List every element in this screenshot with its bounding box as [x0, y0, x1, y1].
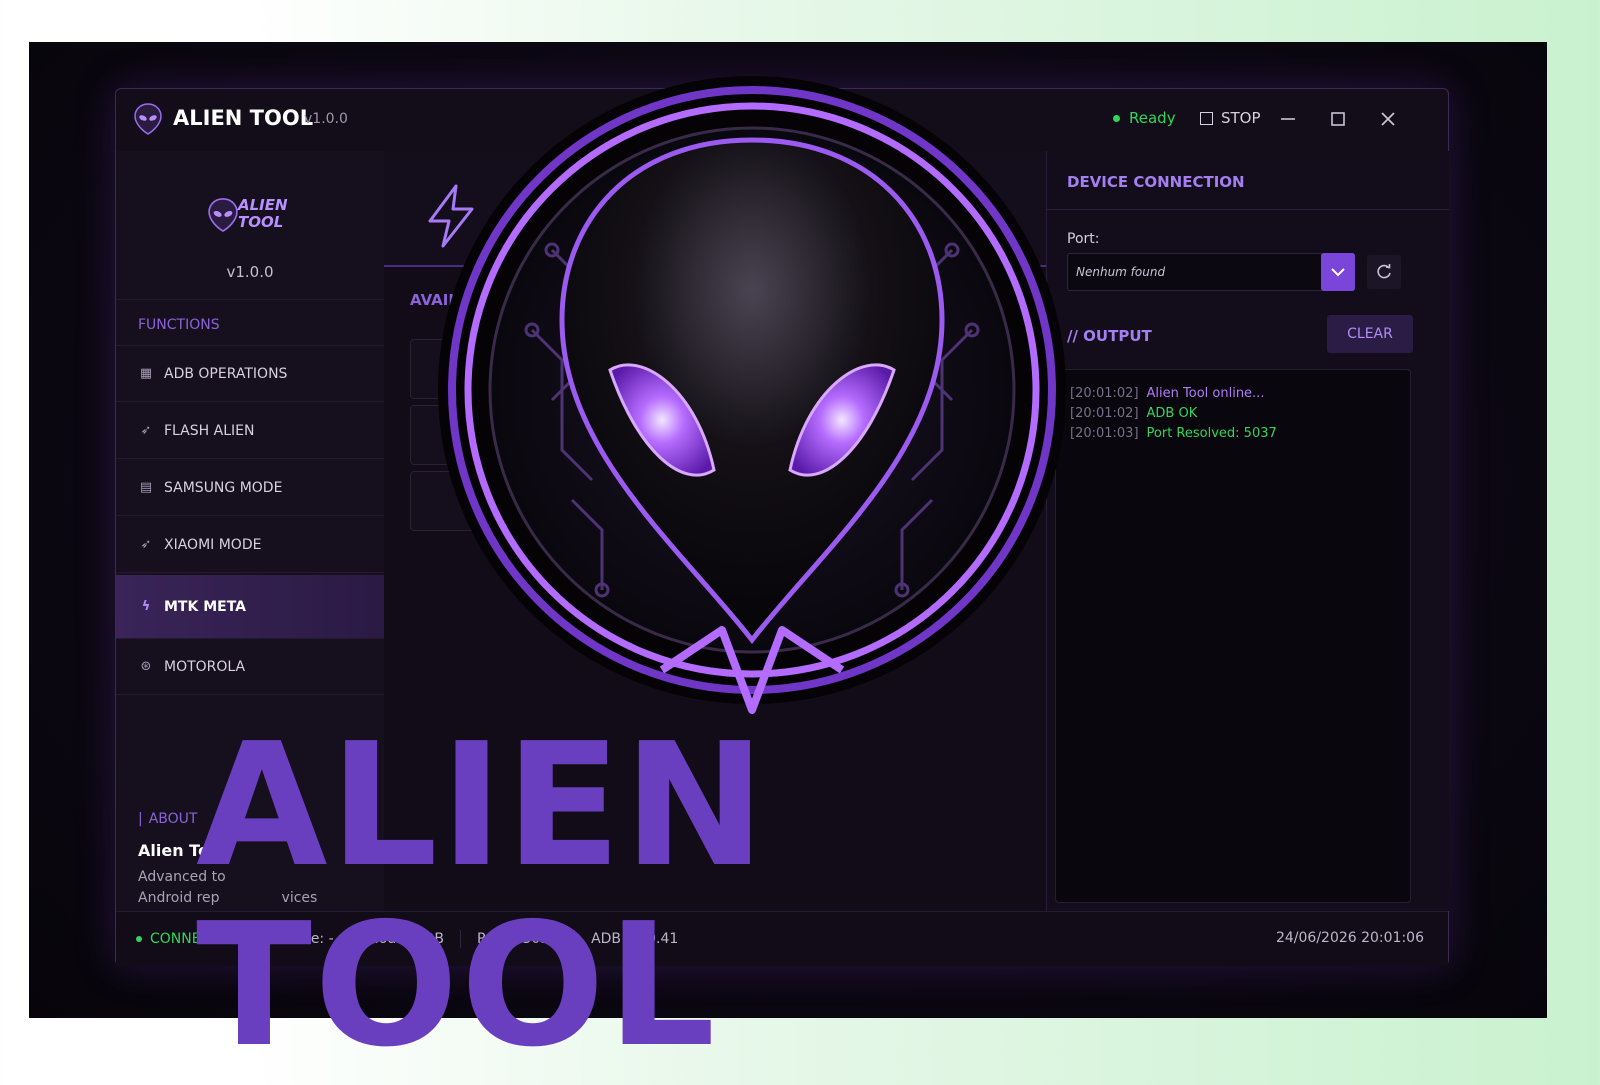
alien-head-icon — [208, 198, 238, 233]
log-timestamp: [20:01:02] — [1070, 386, 1139, 401]
about-bar-icon: | — [138, 811, 143, 827]
stop-button[interactable]: STOP — [1200, 109, 1261, 127]
log-timestamp: [20:01:02] — [1070, 406, 1139, 421]
log-line: [20:01:02] ADB OK — [1070, 406, 1197, 421]
sidebar-logo-text: ALIEN TOOL — [238, 196, 288, 231]
sidebar-item-label: MTK META — [164, 598, 246, 615]
about-heading: | ABOUT — [138, 811, 198, 827]
status-dot-icon — [1113, 114, 1120, 122]
log-line: [20:01:03] Port Resolved: 5037 — [1070, 426, 1277, 441]
sidebar-item-label: FLASH ALIEN — [164, 422, 255, 439]
device-connection-heading: DEVICE CONNECTION — [1067, 173, 1245, 191]
sidebar-item-label: MOTOROLA — [164, 658, 246, 675]
log-timestamp: [20:01:03] — [1070, 426, 1139, 441]
app-title: ALIEN TOOL — [173, 106, 314, 130]
sidebar-item-samsung-mode[interactable]: ▤ SAMSUNG MODE — [116, 460, 384, 516]
rocket-icon: ➶ — [140, 422, 152, 438]
sidebar-item-label: XIAOMI MODE — [164, 536, 262, 553]
refresh-icon[interactable] — [1367, 255, 1401, 289]
alien-logo-icon — [134, 103, 162, 135]
minimize-icon[interactable] — [1274, 105, 1302, 133]
functions-heading: FUNCTIONS — [138, 317, 220, 333]
xiaomi-icon: ➶ — [140, 536, 152, 552]
port-select[interactable]: Nenhum found — [1067, 253, 1355, 291]
stop-square-icon — [1200, 111, 1213, 125]
sidebar-item-xiaomi-mode[interactable]: ➶ XIAOMI MODE — [116, 517, 384, 573]
sidebar-logo: ALIEN TOOL — [208, 193, 298, 241]
sidebar-item-label: SAMSUNG MODE — [164, 479, 283, 496]
motorola-icon: ⊛ — [140, 658, 152, 674]
app-version: v1.0.0 — [304, 111, 348, 127]
alien-emblem-icon — [438, 76, 1066, 714]
chevron-down-icon[interactable] — [1321, 253, 1355, 291]
sidebar-item-adb-operations[interactable]: ▦ ADB OPERATIONS — [116, 346, 384, 402]
overlay-headline: ALIEN TOOL — [196, 707, 768, 1085]
port-select-value: Nenhum found — [1076, 265, 1166, 279]
close-icon[interactable] — [1374, 105, 1402, 133]
stop-label: STOP — [1221, 109, 1261, 127]
sidebar-item-motorola[interactable]: ⊛ MOTOROLA — [116, 639, 384, 695]
divider — [116, 299, 384, 300]
divider — [1047, 209, 1449, 210]
status-text: Ready — [1129, 109, 1176, 127]
adb-icon: ▦ — [139, 365, 153, 381]
bolt-icon: ϟ — [141, 598, 151, 614]
output-heading: // OUTPUT — [1067, 327, 1152, 345]
status-indicator: Ready — [1113, 109, 1176, 127]
clear-button[interactable]: CLEAR — [1327, 315, 1413, 353]
sidebar-item-label: ADB OPERATIONS — [164, 365, 288, 382]
log-text: ADB OK — [1146, 406, 1198, 421]
maximize-icon[interactable] — [1324, 105, 1352, 133]
connected-dot-icon — [136, 936, 142, 942]
log-text: Alien Tool online... — [1146, 386, 1265, 401]
sidebar-version: v1.0.0 — [226, 263, 274, 281]
log-text: Port Resolved: 5037 — [1146, 426, 1277, 441]
log-line: [20:01:02] Alien Tool online... — [1070, 386, 1264, 401]
sidebar-item-mtk-meta[interactable]: ϟ MTK META — [116, 575, 384, 639]
samsung-icon: ▤ — [139, 479, 153, 495]
sidebar-item-flash-alien[interactable]: ➶ FLASH ALIEN — [116, 403, 384, 459]
